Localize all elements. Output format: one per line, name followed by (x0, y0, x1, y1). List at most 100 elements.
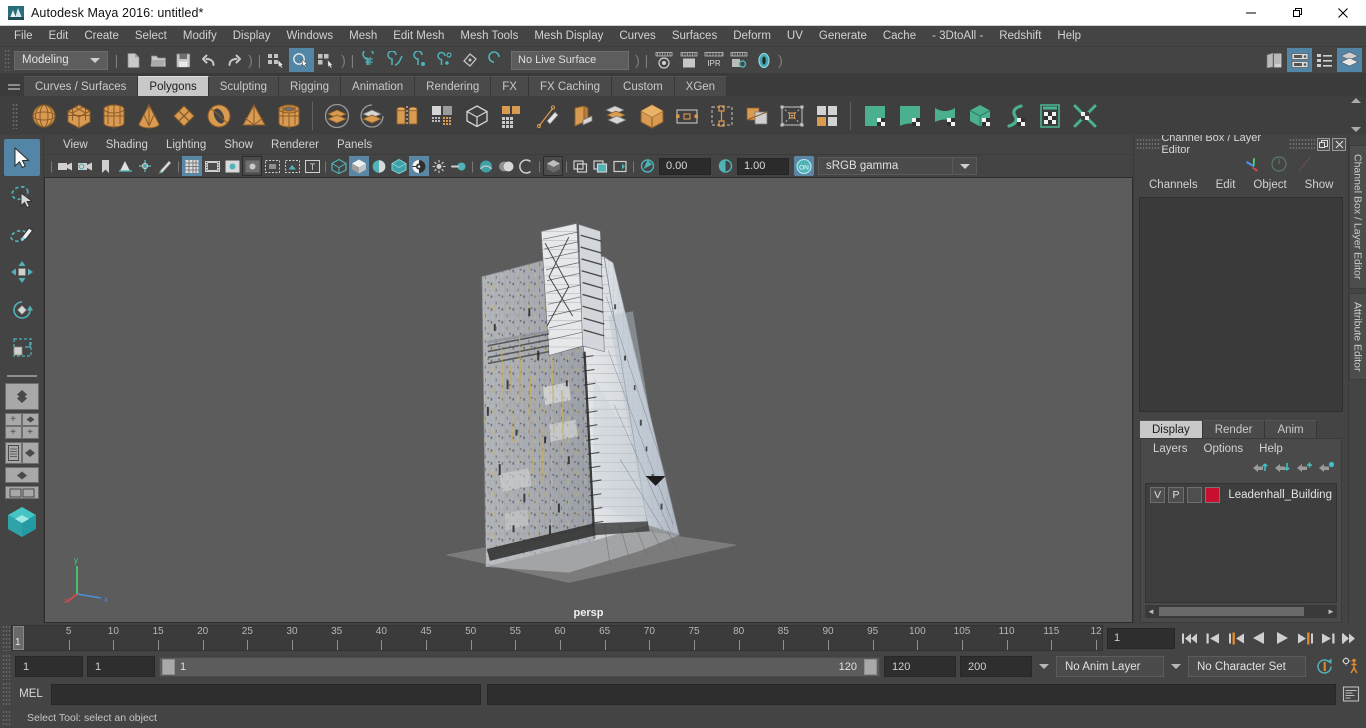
color-management-dropdown[interactable] (953, 157, 977, 175)
time-slider-grip[interactable] (2, 625, 11, 651)
snap-to-view-plane-icon[interactable] (457, 48, 482, 72)
step-back-frame-icon[interactable] (1202, 627, 1224, 649)
range-slider[interactable]: 1 120 (159, 656, 880, 677)
uv-unfold-icon[interactable] (997, 98, 1032, 133)
smooth-shade-flat-icon[interactable] (369, 156, 389, 176)
resolution-gate-icon[interactable] (222, 156, 242, 176)
command-input[interactable] (51, 683, 481, 705)
menu-windows[interactable]: Windows (278, 27, 341, 45)
hypershade-icon[interactable] (751, 48, 776, 72)
gate-mask-icon[interactable] (242, 156, 262, 176)
layers-options-menu[interactable]: Options (1196, 440, 1252, 458)
layers-menu[interactable]: Layers (1145, 440, 1196, 458)
menu-cache[interactable]: Cache (875, 27, 924, 45)
poly-split-icon[interactable] (774, 98, 809, 133)
select-by-object-icon[interactable] (289, 48, 314, 72)
menu-surfaces[interactable]: Surfaces (664, 27, 725, 45)
anim-layer-dropdown-arrow[interactable] (1036, 657, 1052, 677)
single-view-icon[interactable] (570, 156, 590, 176)
animation-preferences-icon[interactable] (1340, 656, 1362, 678)
screen-space-ao-icon[interactable] (429, 156, 449, 176)
menu-edit[interactable]: Edit (41, 27, 77, 45)
multisample-icon[interactable] (476, 156, 496, 176)
script-language-label[interactable]: MEL (11, 688, 51, 700)
character-set-dropdown-arrow[interactable] (1168, 657, 1184, 677)
panel-close-button[interactable] (1332, 137, 1346, 151)
poly-plane-icon[interactable] (166, 98, 201, 133)
select-by-hierarchy-icon[interactable] (264, 48, 289, 72)
poly-quadrangulate-icon[interactable] (494, 98, 529, 133)
layer-color-swatch[interactable] (1205, 486, 1221, 503)
panel-drag-grip-right[interactable] (1289, 138, 1315, 150)
channels-object-menu[interactable]: Object (1244, 176, 1295, 194)
scroll-right-icon[interactable]: ► (1325, 606, 1337, 617)
motion-blur-icon[interactable] (449, 156, 469, 176)
layer-row[interactable]: V P Leadenhall_Building (1146, 484, 1336, 505)
poly-triangulate-icon[interactable] (459, 98, 494, 133)
menu-mesh-display[interactable]: Mesh Display (526, 27, 611, 45)
maximize-button[interactable] (1274, 0, 1320, 26)
minimize-button[interactable] (1228, 0, 1274, 26)
gamma-icon[interactable] (715, 156, 735, 176)
undo-icon[interactable] (196, 48, 221, 72)
anim-layer-field[interactable]: No Anim Layer (1056, 656, 1164, 677)
menu-generate[interactable]: Generate (811, 27, 875, 45)
viewport-menu-panels[interactable]: Panels (328, 136, 381, 154)
poly-boolean-union-icon[interactable] (319, 98, 354, 133)
menu-uv[interactable]: UV (779, 27, 811, 45)
vtab-channel-box-layer-editor[interactable]: Channel Box / Layer Editor (1348, 145, 1366, 289)
move-layer-up-icon[interactable] (1252, 460, 1269, 479)
live-surface-field[interactable]: No Live Surface (511, 50, 629, 70)
shelf-tab-rendering[interactable]: Rendering (415, 76, 492, 96)
shelf-scroll-controls[interactable] (1348, 98, 1364, 132)
shelf-tab-sculpting[interactable]: Sculpting (208, 76, 280, 96)
menu-set-selector[interactable]: Modeling (14, 50, 108, 70)
render-sequence-icon[interactable] (676, 48, 701, 72)
menu-select[interactable]: Select (127, 27, 175, 45)
close-button[interactable] (1320, 0, 1366, 26)
shadows-icon[interactable] (409, 156, 429, 176)
menu-redshift[interactable]: Redshift (991, 27, 1049, 45)
channels-show-menu[interactable]: Show (1296, 176, 1343, 194)
make-live-icon[interactable] (482, 48, 507, 72)
command-line-grip[interactable] (2, 682, 11, 706)
show-hide-editors-icon[interactable] (1262, 48, 1287, 72)
field-chart-icon[interactable] (262, 156, 282, 176)
layer-visibility-toggle[interactable]: V (1150, 486, 1166, 503)
poly-bevel-icon[interactable] (564, 98, 599, 133)
layer-name[interactable]: Leadenhall_Building (1228, 489, 1332, 501)
viewport-menu-shading[interactable]: Shading (97, 136, 157, 154)
smooth-shade-all-icon[interactable] (349, 156, 369, 176)
select-tool[interactable] (3, 139, 40, 176)
ipr-render-icon[interactable]: IPR (701, 48, 726, 72)
safe-title-icon[interactable]: T (302, 156, 322, 176)
viewport-menu-renderer[interactable]: Renderer (262, 136, 328, 154)
viewport-menu-show[interactable]: Show (215, 136, 262, 154)
grease-pencil-icon[interactable] (155, 156, 175, 176)
shelf-tab-fx-caching[interactable]: FX Caching (528, 76, 613, 96)
menu-modify[interactable]: Modify (175, 27, 225, 45)
poly-cone-icon[interactable] (131, 98, 166, 133)
menu-help[interactable]: Help (1049, 27, 1089, 45)
two-d-pan-zoom-icon[interactable] (135, 156, 155, 176)
shelf-tab-polygons[interactable]: Polygons (138, 76, 209, 96)
exposure-icon[interactable] (637, 156, 657, 176)
poly-wedge-icon[interactable] (599, 98, 634, 133)
help-line-grip[interactable] (2, 710, 11, 726)
outliner-persp-layout[interactable] (4, 442, 39, 464)
poly-sphere-icon[interactable] (26, 98, 61, 133)
menu-curves[interactable]: Curves (611, 27, 663, 45)
move-tool[interactable] (4, 253, 40, 290)
status-line-grip[interactable] (4, 49, 11, 71)
shelf-tab-fx[interactable]: FX (491, 76, 529, 96)
anim-end-field[interactable]: 200 (960, 656, 1032, 677)
manipulator-axes-icon[interactable] (1240, 155, 1266, 173)
time-slider[interactable]: 1 5 10 15 20 25 30 35 40 45 50 55 60 65 70 75 80 85 90 95 1… (11, 625, 1103, 651)
move-layer-down-icon[interactable] (1274, 460, 1291, 479)
poly-cylinder-icon[interactable] (96, 98, 131, 133)
tab-anim-layers[interactable]: Anim (1265, 420, 1317, 438)
poly-merge-icon[interactable] (739, 98, 774, 133)
persp-graph-layout[interactable] (4, 467, 39, 483)
xray-icon[interactable] (543, 156, 563, 176)
panel-drag-grip[interactable] (1136, 138, 1162, 150)
